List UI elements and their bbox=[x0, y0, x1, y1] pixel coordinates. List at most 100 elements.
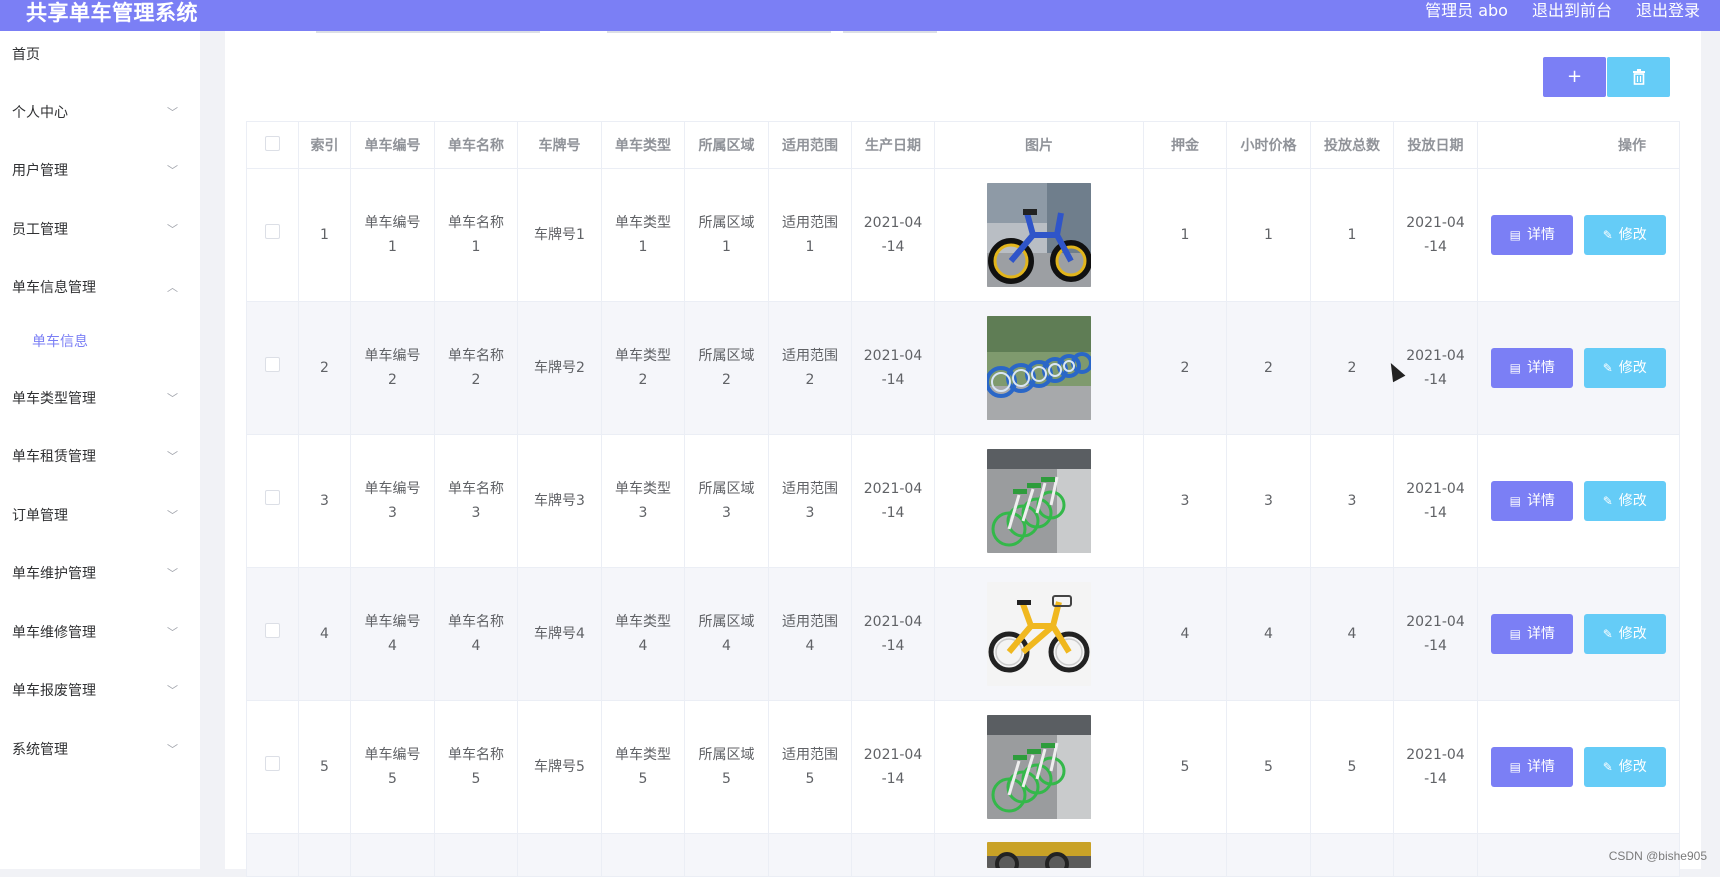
column-header: 押金 bbox=[1143, 121, 1227, 169]
bike-type: 单车类型 1 bbox=[601, 168, 685, 302]
sidebar-item-scrap[interactable]: 单车报废管理 ﹀ bbox=[12, 671, 182, 711]
row-checkbox[interactable] bbox=[246, 567, 299, 701]
page-scroll-edge[interactable] bbox=[1701, 31, 1720, 869]
cell-text: 单车编号 5 bbox=[364, 747, 421, 787]
column-header: 单车名称 bbox=[434, 121, 518, 169]
row-index: 1 bbox=[298, 168, 351, 302]
bike-name: 单车名称 2 bbox=[434, 301, 518, 435]
cell-text: 2021-04 -14 bbox=[1406, 481, 1465, 521]
edit-button[interactable]: ✎ 修改 bbox=[1583, 481, 1666, 521]
cell-text: 适用范围 1 bbox=[782, 215, 838, 255]
row-checkbox[interactable] bbox=[246, 833, 299, 877]
detail-button[interactable]: ▤ 详情 bbox=[1491, 747, 1574, 787]
document-icon: ▤ bbox=[1509, 228, 1521, 242]
launch-total: 4 bbox=[1310, 567, 1394, 701]
bike-scope: 适用范围 1 bbox=[768, 168, 852, 302]
sidebar-item-label: 个人中心 bbox=[12, 105, 68, 121]
sidebar-item-label: 单车租赁管理 bbox=[12, 449, 96, 465]
add-button[interactable]: + bbox=[1543, 57, 1606, 97]
sidebar-item-system[interactable]: 系统管理 ﹀ bbox=[12, 730, 182, 770]
edit-button[interactable]: ✎ 修改 bbox=[1583, 747, 1666, 787]
table-cell bbox=[851, 833, 935, 877]
sidebar-item-home[interactable]: 首页 bbox=[12, 35, 182, 75]
bike-image bbox=[934, 833, 1144, 877]
sidebar-item-label: 单车信息 bbox=[32, 334, 88, 350]
row-index: 4 bbox=[298, 567, 351, 701]
blue-bike-photo bbox=[987, 183, 1091, 287]
edit-button[interactable]: ✎ 修改 bbox=[1583, 215, 1666, 255]
checkbox-icon[interactable] bbox=[265, 224, 280, 239]
cell-text: 单车编号 4 bbox=[364, 614, 421, 654]
cell-text: 单车类型 5 bbox=[615, 747, 671, 787]
search-field-edge[interactable] bbox=[316, 31, 540, 33]
chevron-up-icon: ︿ bbox=[167, 281, 178, 294]
sidebar: 首页 个人中心 ﹀ 用户管理 ﹀ 员工管理 ﹀ 单车信息管理 ︿ 单车信息 单车类型管理… bbox=[0, 31, 200, 869]
cell-text: 适用范围 4 bbox=[782, 614, 838, 654]
bike-area: 所属区域 5 bbox=[684, 700, 769, 834]
table-cell bbox=[1143, 833, 1227, 877]
launch-total: 2 bbox=[1310, 301, 1394, 435]
row-checkbox[interactable] bbox=[246, 434, 299, 568]
detail-label: 详情 bbox=[1526, 759, 1555, 775]
row-actions: ▤ 详情 ✎ 修改 bbox=[1477, 301, 1680, 435]
edit-button[interactable]: ✎ 修改 bbox=[1583, 614, 1666, 654]
bike-table: 索引 单车编号 单车名称 车牌号 单车类型 所属区域 适用范围 生产日期 图片 … bbox=[246, 121, 1680, 877]
column-header: 小时价格 bbox=[1226, 121, 1311, 169]
sidebar-item-users[interactable]: 用户管理 ﹀ bbox=[12, 151, 182, 191]
table-cell bbox=[1310, 833, 1394, 877]
checkbox-icon[interactable] bbox=[265, 357, 280, 372]
sidebar-item-label: 首页 bbox=[12, 47, 40, 63]
detail-button[interactable]: ▤ 详情 bbox=[1491, 348, 1574, 388]
checkbox-icon[interactable] bbox=[265, 135, 280, 151]
delete-button[interactable] bbox=[1607, 57, 1670, 97]
table-cell bbox=[1393, 833, 1478, 877]
hour-price: 5 bbox=[1226, 700, 1311, 834]
sidebar-item-rentals[interactable]: 单车租赁管理 ﹀ bbox=[12, 437, 182, 477]
cell-text: 适用范围 2 bbox=[782, 348, 838, 388]
sidebar-item-maintenance[interactable]: 单车维护管理 ﹀ bbox=[12, 554, 182, 594]
bike-type: 单车类型 4 bbox=[601, 567, 685, 701]
launch-total: 1 bbox=[1310, 168, 1394, 302]
cell-text: 2021-04 -14 bbox=[1406, 215, 1465, 255]
detail-button[interactable]: ▤ 详情 bbox=[1491, 481, 1574, 521]
checkbox-icon[interactable] bbox=[265, 756, 280, 771]
sidebar-item-bike-info[interactable]: 单车信息 bbox=[32, 322, 182, 362]
row-index: 3 bbox=[298, 434, 351, 568]
launch-total: 5 bbox=[1310, 700, 1394, 834]
search-field-edge[interactable] bbox=[607, 31, 831, 33]
table-row: 1 单车编号 1 单车名称 1 车牌号1 单车类型 1 所属区域 1 适用范围 … bbox=[246, 168, 1680, 302]
sidebar-item-staff[interactable]: 员工管理 ﹀ bbox=[12, 210, 182, 250]
table-cell bbox=[434, 833, 518, 877]
bike-image bbox=[934, 567, 1144, 701]
checkbox-icon[interactable] bbox=[265, 623, 280, 638]
admin-user-label[interactable]: 管理员 abo bbox=[1425, 0, 1508, 22]
sidebar-item-bike-types[interactable]: 单车类型管理 ﹀ bbox=[12, 379, 182, 419]
sidebar-item-bike-info-management[interactable]: 单车信息管理 ︿ bbox=[12, 268, 182, 308]
exit-to-front-link[interactable]: 退出到前台 bbox=[1532, 0, 1612, 22]
bike-area: 所属区域 3 bbox=[684, 434, 769, 568]
hour-price: 3 bbox=[1226, 434, 1311, 568]
production-date: 2021-04 -14 bbox=[851, 168, 935, 302]
checkbox-icon[interactable] bbox=[265, 490, 280, 505]
search-button-edge[interactable] bbox=[843, 31, 937, 33]
detail-label: 详情 bbox=[1526, 626, 1555, 642]
detail-label: 详情 bbox=[1526, 493, 1555, 509]
cell-text: 所属区域 4 bbox=[698, 614, 755, 654]
row-checkbox[interactable] bbox=[246, 301, 299, 435]
sidebar-item-orders[interactable]: 订单管理 ﹀ bbox=[12, 496, 182, 536]
chevron-down-icon: ﹀ bbox=[167, 223, 178, 236]
bike-image bbox=[934, 168, 1144, 302]
row-checkbox[interactable] bbox=[246, 168, 299, 302]
bike-code: 单车编号 4 bbox=[350, 567, 435, 701]
select-all-checkbox[interactable] bbox=[246, 121, 299, 169]
sidebar-item-repair[interactable]: 单车维修管理 ﹀ bbox=[12, 613, 182, 653]
edit-button[interactable]: ✎ 修改 bbox=[1583, 348, 1666, 388]
row-checkbox[interactable] bbox=[246, 700, 299, 834]
cell-text: 单车类型 2 bbox=[615, 348, 671, 388]
table-cell bbox=[1226, 833, 1311, 877]
cell-text: 2021-04 -14 bbox=[1406, 348, 1465, 388]
sidebar-item-personal-center[interactable]: 个人中心 ﹀ bbox=[12, 93, 182, 133]
detail-button[interactable]: ▤ 详情 bbox=[1491, 614, 1574, 654]
logout-link[interactable]: 退出登录 bbox=[1636, 0, 1700, 22]
detail-button[interactable]: ▤ 详情 bbox=[1491, 215, 1574, 255]
